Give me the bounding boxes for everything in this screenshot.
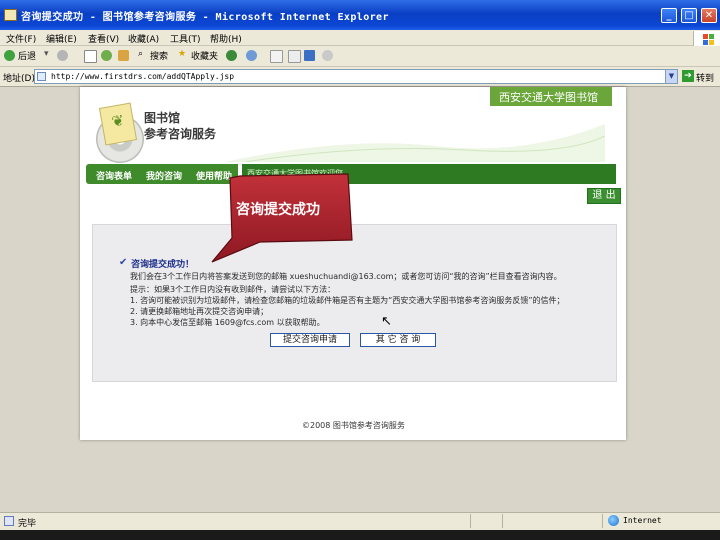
favorites-button-label[interactable]: 收藏夹	[191, 49, 218, 62]
success-title: 咨询提交成功！	[131, 260, 195, 270]
search-button-label[interactable]: 搜索	[150, 49, 168, 62]
status-text: 完毕	[18, 519, 37, 529]
menu-edit[interactable]: 编辑(E)	[46, 32, 77, 45]
menu-file[interactable]: 文件(F)	[6, 32, 36, 45]
status-divider	[470, 514, 471, 528]
result-line: 1. 咨询可能被识别为垃圾邮件，请检查您邮箱的垃圾邮件箱是否有主题为“西安交通大…	[130, 296, 565, 305]
leaf-icon: ❦	[110, 111, 126, 131]
callout-bubble	[211, 173, 353, 263]
refresh-icon[interactable]	[101, 50, 112, 61]
toolbar: 后退 ▾ ⌕ 搜索 ★ 收藏夹	[0, 46, 720, 67]
menu-help[interactable]: 帮助(H)	[210, 32, 242, 45]
address-url[interactable]: http://www.firstdrs.com/addQTApply.jsp	[51, 72, 234, 81]
home-icon[interactable]	[118, 50, 129, 61]
result-line: 3. 向本中心发信至邮箱 1609@fcs.com 以获取帮助。	[130, 318, 325, 327]
check-icon: ✔	[119, 257, 128, 268]
search-icon[interactable]: ⌕	[138, 49, 143, 59]
nav-item-my-questions[interactable]: 我的咨询	[146, 169, 182, 182]
window-title: 咨询提交成功 - 图书馆参考咨询服务 - Microsoft Internet …	[21, 12, 389, 23]
mail-icon[interactable]	[270, 50, 283, 63]
site-subtitle: 参考咨询服务	[144, 127, 217, 141]
result-line: 2. 请更换邮箱地址再次提交咨询申请；	[130, 307, 269, 316]
mouse-cursor-icon: ↖	[381, 314, 392, 329]
back-arrow-icon[interactable]	[4, 50, 15, 61]
result-line: 提示：如果3个工作日内没有收到邮件，请尝试以下方法：	[130, 285, 336, 294]
address-dropdown-icon[interactable]: ▼	[665, 69, 678, 84]
header-swoosh-decoration	[225, 124, 605, 162]
minimize-button[interactable]: _	[661, 8, 677, 23]
other-question-button[interactable]: 其 它 咨 询	[360, 333, 436, 347]
menu-tools[interactable]: 工具(T)	[170, 32, 201, 45]
forward-arrow-icon[interactable]	[57, 50, 68, 61]
menu-favorites[interactable]: 收藏(A)	[128, 32, 159, 45]
close-button[interactable]: ✕	[701, 8, 717, 23]
security-zone: Internet	[623, 516, 662, 525]
go-arrow-icon[interactable]: ➔	[682, 70, 694, 82]
menu-bar: 文件(F) 编辑(E) 查看(V) 收藏(A) 工具(T) 帮助(H)	[0, 30, 720, 46]
back-dropdown-icon[interactable]: ▾	[44, 49, 49, 59]
nav-item-form[interactable]: 咨询表单	[96, 169, 132, 182]
taskbar-edge	[0, 530, 720, 540]
go-button[interactable]: 转到	[696, 71, 714, 84]
address-label: 地址(D)	[3, 74, 35, 84]
status-divider	[502, 514, 503, 528]
windows-logo-icon	[693, 31, 720, 46]
print-icon[interactable]	[288, 50, 301, 63]
stop-icon[interactable]	[84, 50, 97, 63]
callout-text: 咨询提交成功	[236, 202, 320, 218]
media-icon[interactable]	[226, 50, 237, 61]
page-footer: ©2008 图书馆参考咨询服务	[302, 421, 405, 430]
menu-view[interactable]: 查看(V)	[88, 32, 119, 45]
discuss-icon[interactable]	[322, 50, 333, 61]
site-title: 图书馆	[144, 111, 181, 125]
globe-icon	[608, 515, 619, 526]
result-line: 我们会在3个工作日内将答案发送到您的邮箱 xueshuchuandi@163.c…	[130, 272, 562, 281]
address-input[interactable]: http://www.firstdrs.com/addQTApply.jsp	[34, 69, 678, 84]
maximize-button[interactable]: □	[681, 8, 697, 23]
page-icon	[37, 72, 46, 81]
status-divider	[602, 514, 603, 528]
logout-button[interactable]: 退 出	[587, 188, 621, 204]
history-icon[interactable]	[246, 50, 257, 61]
back-button-label[interactable]: 后退	[18, 49, 36, 62]
page-done-icon	[4, 516, 14, 526]
favorites-star-icon[interactable]: ★	[178, 49, 186, 59]
page-icon	[4, 9, 17, 21]
edit-icon[interactable]	[304, 50, 315, 61]
submit-request-button[interactable]: 提交咨询申请	[270, 333, 350, 347]
university-name: 西安交通大学图书馆	[499, 91, 598, 104]
